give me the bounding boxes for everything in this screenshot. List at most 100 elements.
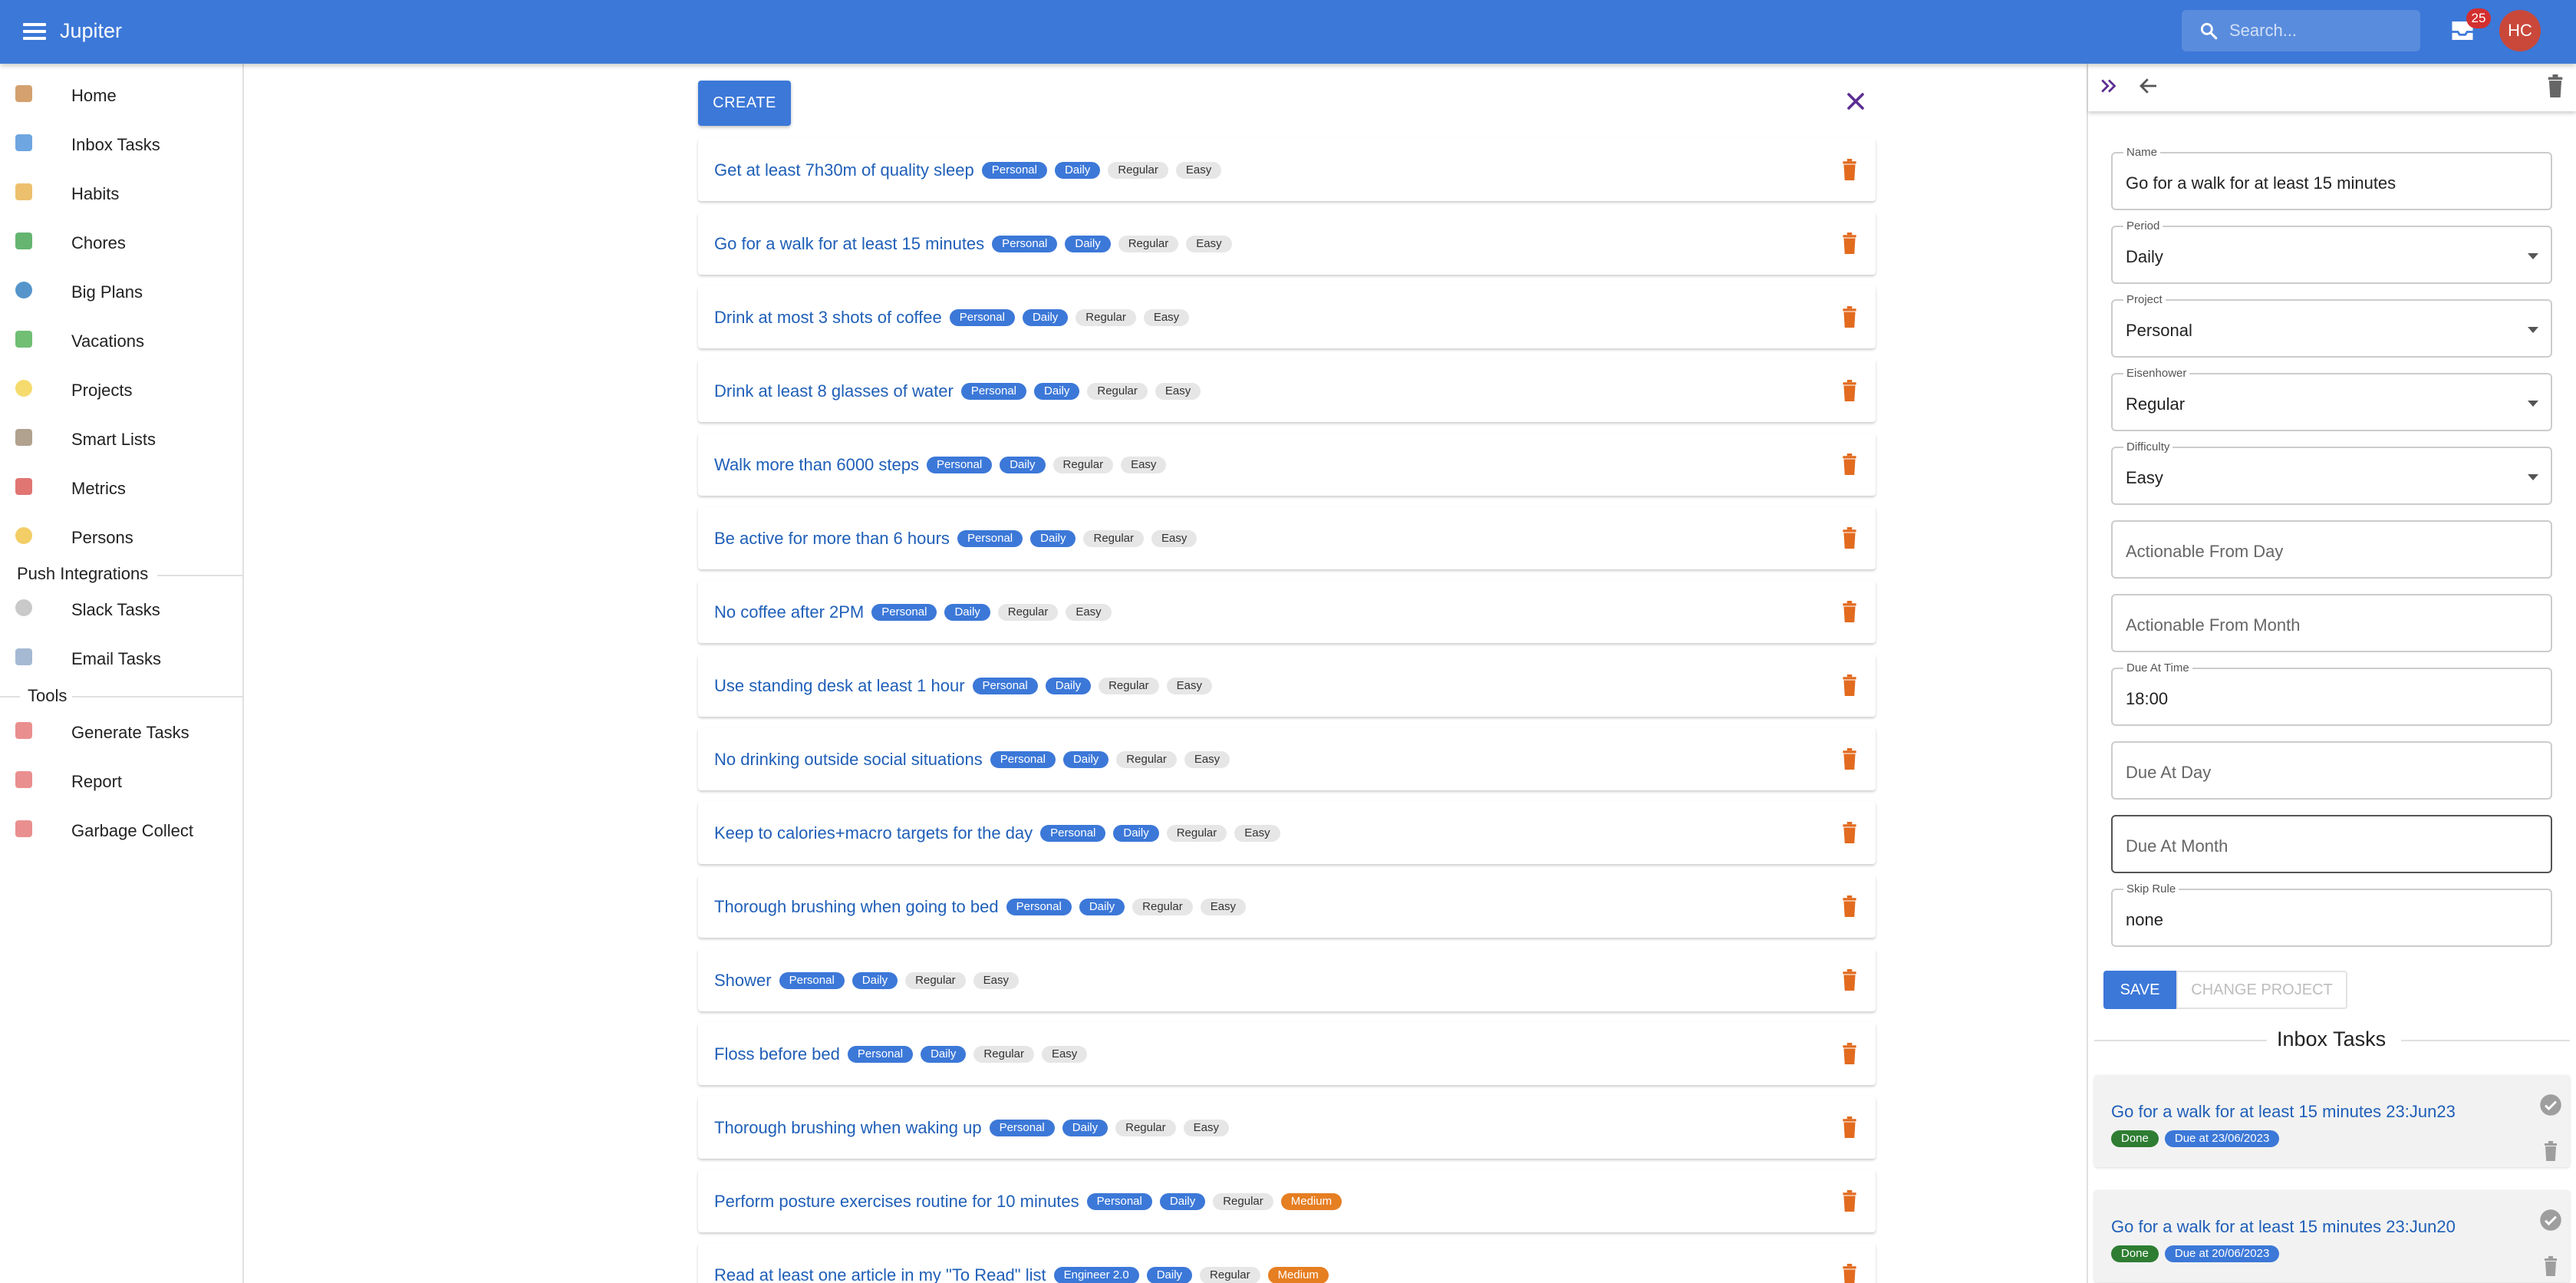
period-select[interactable]: Period Daily [2111, 219, 2552, 284]
habit-name[interactable]: Use standing desk at least 1 hour [714, 677, 965, 695]
inbox-task-card[interactable]: Go for a walk for at least 15 minutes 23… [2094, 1075, 2570, 1167]
collapse-panel-icon[interactable] [2097, 74, 2120, 97]
habit-name[interactable]: Thorough brushing when going to bed [714, 898, 999, 916]
habit-link[interactable]: Keep to calories+macro targets for the d… [714, 824, 1280, 843]
sidebar-item-slack-tasks[interactable]: Slack Tasks [0, 585, 242, 635]
habit-link[interactable]: Perform posture exercises routine for 10… [714, 1192, 1342, 1211]
delete-icon[interactable] [2543, 1256, 2558, 1276]
archive-trash-icon[interactable] [1841, 895, 1858, 917]
sidebar-item-big-plans[interactable]: Big Plans [0, 268, 242, 317]
habit-link[interactable]: Get at least 7h30m of quality sleep Perso… [714, 161, 1222, 180]
habit-link[interactable]: No coffee after 2PM Personal Daily Regular E… [714, 603, 1112, 622]
habit-link[interactable]: Be active for more than 6 hours Personal D… [714, 529, 1197, 548]
sidebar-item-report[interactable]: Report [0, 757, 242, 806]
habit-row[interactable]: Read at least one article in my "To Read… [698, 1243, 1876, 1283]
delete-icon[interactable] [2546, 74, 2564, 97]
due-at-time-field[interactable]: Due At Time 18:00 [2111, 661, 2552, 726]
habit-link[interactable]: Read at least one article in my "To Read… [714, 1266, 1329, 1283]
habit-name[interactable]: Be active for more than 6 hours [714, 529, 950, 548]
delete-icon[interactable] [2543, 1141, 2558, 1161]
project-select[interactable]: Project Personal [2111, 293, 2552, 358]
sidebar-item-chores[interactable]: Chores [0, 219, 242, 268]
archive-trash-icon[interactable] [1841, 601, 1858, 622]
archive-trash-icon[interactable] [1841, 969, 1858, 991]
habit-link[interactable]: No drinking outside social situations Per… [714, 750, 1230, 769]
archive-trash-icon[interactable] [1841, 1190, 1858, 1212]
habit-row[interactable]: Thorough brushing when waking up Personal… [698, 1096, 1876, 1159]
sidebar-item-persons[interactable]: Persons [0, 513, 242, 562]
habit-row[interactable]: No coffee after 2PM Personal Daily Regular E… [698, 580, 1876, 643]
change-project-button[interactable]: CHANGE PROJECT [2176, 971, 2347, 1009]
search-input[interactable] [2229, 18, 2406, 43]
habit-name[interactable]: Go for a walk for at least 15 minutes [714, 235, 984, 253]
habit-row[interactable]: Thorough brushing when going to bed Perso… [698, 875, 1876, 938]
sidebar-item-garbage-collect[interactable]: Garbage Collect [0, 806, 242, 856]
mark-done-icon[interactable] [2539, 1209, 2562, 1232]
habit-row[interactable]: Drink at least 8 glasses of water Persona… [698, 359, 1876, 422]
sidebar-item-metrics[interactable]: Metrics [0, 464, 242, 513]
archive-trash-icon[interactable] [1841, 454, 1858, 475]
actionable-from-month-field[interactable]: Actionable From Month [2111, 594, 2552, 652]
habit-link[interactable]: Use standing desk at least 1 hour Persona… [714, 677, 1212, 695]
habit-row[interactable]: Be active for more than 6 hours Personal D… [698, 506, 1876, 569]
habit-row[interactable]: Floss before bed Personal Daily Regular Easy [698, 1022, 1876, 1085]
archive-trash-icon[interactable] [1841, 306, 1858, 328]
habit-link[interactable]: Drink at most 3 shots of coffee Personal D… [714, 308, 1190, 327]
habit-row[interactable]: Walk more than 6000 steps Personal Daily Re… [698, 433, 1876, 496]
habit-row[interactable]: Use standing desk at least 1 hour Persona… [698, 654, 1876, 717]
habit-row[interactable]: Keep to calories+macro targets for the d… [698, 801, 1876, 864]
archive-trash-icon[interactable] [1841, 1116, 1858, 1138]
sidebar-item-email-tasks[interactable]: Email Tasks [0, 635, 242, 684]
sidebar-item-smart-lists[interactable]: Smart Lists [0, 415, 242, 464]
habit-name[interactable]: Shower [714, 971, 772, 990]
sidebar-item-inbox-tasks[interactable]: Inbox Tasks [0, 120, 242, 170]
due-at-day-field[interactable]: Due At Day [2111, 741, 2552, 800]
habit-row[interactable]: Go for a walk for at least 15 minutes Per… [698, 212, 1876, 275]
habit-row[interactable]: No drinking outside social situations Per… [698, 727, 1876, 790]
due-at-month-field[interactable]: Due At Month [2111, 815, 2552, 873]
habit-name[interactable]: Get at least 7h30m of quality sleep [714, 161, 974, 180]
archive-trash-icon[interactable] [1841, 1264, 1858, 1283]
archive-trash-icon[interactable] [1841, 527, 1858, 549]
skip-rule-field[interactable]: Skip Rule none [2111, 882, 2552, 947]
habit-row[interactable]: Get at least 7h30m of quality sleep Perso… [698, 138, 1876, 201]
habit-name[interactable]: Perform posture exercises routine for 10… [714, 1192, 1079, 1211]
habit-link[interactable]: Shower Personal Daily Regular Easy [714, 971, 1020, 990]
menu-icon[interactable] [23, 20, 46, 43]
search-box[interactable] [2182, 10, 2420, 51]
sidebar-item-vacations[interactable]: Vacations [0, 317, 242, 366]
back-arrow-icon[interactable] [2137, 74, 2160, 97]
habit-name[interactable]: Read at least one article in my "To Read… [714, 1266, 1046, 1283]
habit-row[interactable]: Drink at most 3 shots of coffee Personal D… [698, 285, 1876, 348]
archive-trash-icon[interactable] [1841, 822, 1858, 843]
inbox-task-card[interactable]: Go for a walk for at least 15 minutes 23… [2094, 1190, 2570, 1282]
archive-trash-icon[interactable] [1841, 380, 1858, 401]
sidebar-item-projects[interactable]: Projects [0, 366, 242, 415]
difficulty-select[interactable]: Difficulty Easy [2111, 440, 2552, 505]
habit-name[interactable]: No coffee after 2PM [714, 603, 864, 622]
create-button[interactable]: CREATE [698, 81, 791, 126]
habit-name[interactable]: Thorough brushing when waking up [714, 1119, 982, 1137]
habit-name[interactable]: No drinking outside social situations [714, 750, 983, 769]
habit-name[interactable]: Floss before bed [714, 1045, 840, 1064]
sidebar-item-home[interactable]: Home [0, 71, 242, 120]
habit-name[interactable]: Drink at most 3 shots of coffee [714, 308, 942, 327]
archive-trash-icon[interactable] [1841, 159, 1858, 180]
habit-row[interactable]: Shower Personal Daily Regular Easy [698, 948, 1876, 1011]
archive-trash-icon[interactable] [1841, 1043, 1858, 1064]
habit-link[interactable]: Floss before bed Personal Daily Regular Easy [714, 1045, 1088, 1064]
archive-trash-icon[interactable] [1841, 748, 1858, 770]
close-icon[interactable] [1842, 87, 1869, 115]
sidebar-item-generate-tasks[interactable]: Generate Tasks [0, 708, 242, 757]
avatar[interactable]: HC [2499, 10, 2541, 51]
habit-name[interactable]: Keep to calories+macro targets for the d… [714, 824, 1033, 843]
actionable-from-day-field[interactable]: Actionable From Day [2111, 520, 2552, 579]
habit-link[interactable]: Thorough brushing when going to bed Perso… [714, 898, 1247, 916]
habit-name[interactable]: Drink at least 8 glasses of water [714, 382, 954, 401]
habit-link[interactable]: Drink at least 8 glasses of water Persona… [714, 382, 1201, 401]
archive-trash-icon[interactable] [1841, 674, 1858, 696]
habit-row[interactable]: Perform posture exercises routine for 10… [698, 1169, 1876, 1232]
name-field[interactable]: Name Go for a walk for at least 15 minute… [2111, 146, 2552, 210]
archive-trash-icon[interactable] [1841, 233, 1858, 254]
habit-name[interactable]: Walk more than 6000 steps [714, 456, 919, 474]
